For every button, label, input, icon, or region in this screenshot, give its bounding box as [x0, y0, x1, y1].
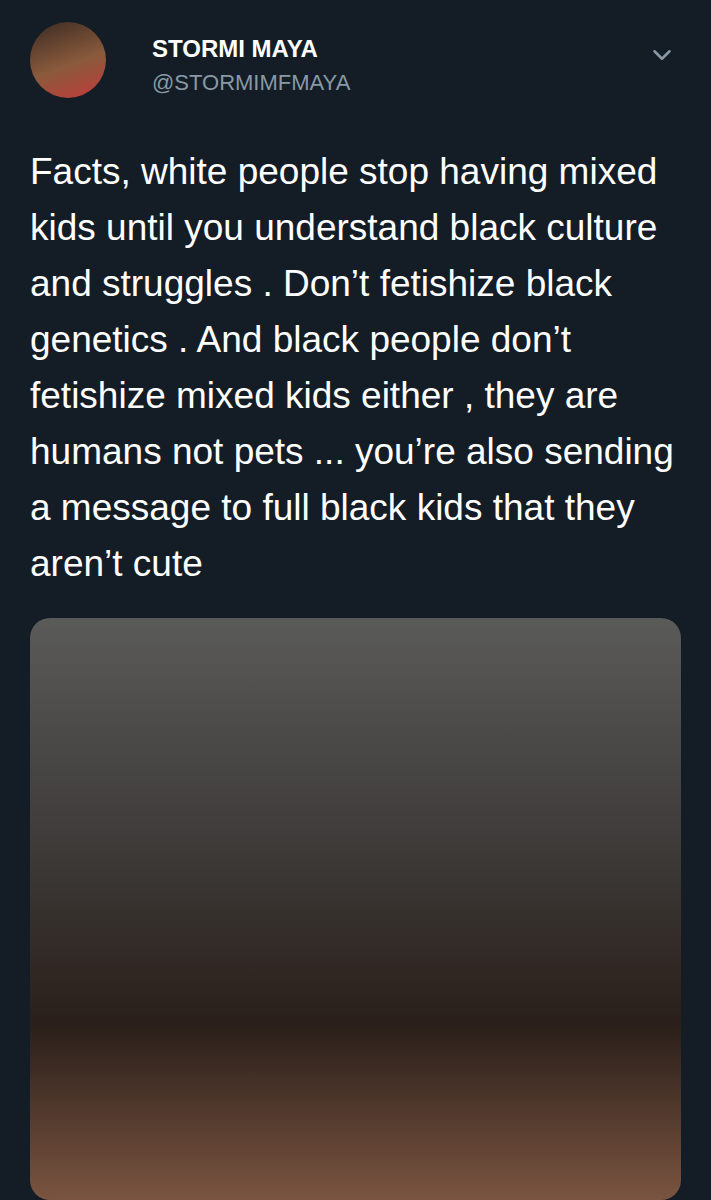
tweet-text: Facts, white people stop having mixed ki…	[30, 144, 681, 592]
chevron-down-icon[interactable]	[647, 40, 677, 70]
more-button[interactable]	[647, 22, 681, 70]
author-handle[interactable]: @STORMIMFMAYA	[152, 68, 601, 98]
author-name[interactable]: STORMI MAYA	[152, 34, 601, 64]
tweet-screen: STORMI MAYA @STORMIMFMAYA Facts, white peo…	[0, 0, 711, 1200]
author: STORMI MAYA @STORMIMFMAYA	[152, 22, 601, 98]
tweet-media[interactable]	[30, 618, 681, 1200]
tweet-header: STORMI MAYA @STORMIMFMAYA	[30, 22, 681, 98]
avatar[interactable]	[30, 22, 106, 98]
